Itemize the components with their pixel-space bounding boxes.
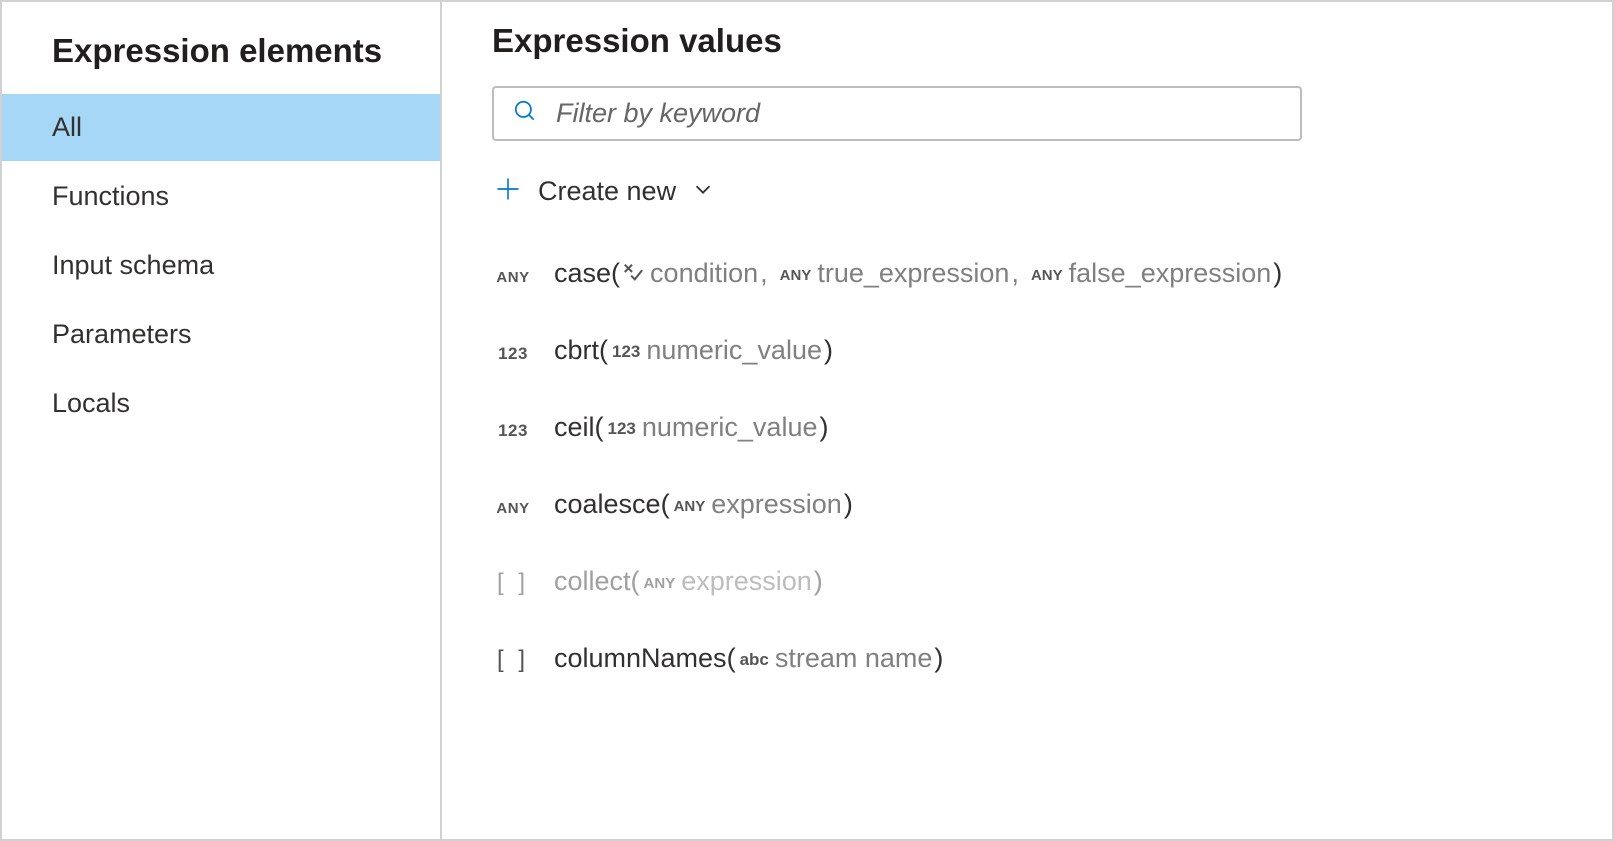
sidebar-item-parameters[interactable]: Parameters <box>2 301 440 368</box>
sidebar-item-all[interactable]: All <box>2 94 440 161</box>
param-type-badge: 123 <box>608 419 636 439</box>
return-type-badge: [ ] <box>492 569 534 597</box>
param-type-badge: abc <box>740 650 769 670</box>
param-name: true_expression <box>817 258 1009 289</box>
sidebar-item-functions[interactable]: Functions <box>2 163 440 230</box>
filter-box[interactable] <box>492 86 1302 141</box>
function-list: ANYcase(condition,ANYtrue_expression,ANY… <box>492 258 1562 674</box>
function-signature: columnNames(abcstream name) <box>554 643 943 674</box>
param-type-badge: ANY <box>1031 267 1063 284</box>
function-name: cbrt <box>554 335 599 366</box>
param-name: condition <box>650 258 758 289</box>
sidebar-item-input-schema[interactable]: Input schema <box>2 232 440 299</box>
return-type-badge: 123 <box>492 344 534 364</box>
chevron-down-icon <box>692 178 714 205</box>
function-item-coalesce[interactable]: ANYcoalesce(ANYexpression) <box>492 489 1562 520</box>
create-new-button[interactable]: Create new <box>492 161 1562 258</box>
return-type-badge: ANY <box>492 269 534 286</box>
function-name: collect <box>554 566 631 597</box>
function-item-ceil[interactable]: 123ceil(123numeric_value) <box>492 412 1562 443</box>
function-signature: cbrt(123numeric_value) <box>554 335 833 366</box>
function-signature: collect(ANYexpression) <box>554 566 823 597</box>
function-signature: ceil(123numeric_value) <box>554 412 828 443</box>
filter-input[interactable] <box>556 98 1282 129</box>
param-type-badge: ANY <box>644 575 676 592</box>
return-type-badge: 123 <box>492 421 534 441</box>
sidebar-item-locals[interactable]: Locals <box>2 370 440 437</box>
param-name: numeric_value <box>646 335 822 366</box>
param-name: numeric_value <box>642 412 818 443</box>
create-new-label: Create new <box>538 176 676 207</box>
param-type-badge: ANY <box>674 498 706 515</box>
function-name: ceil <box>554 412 595 443</box>
function-name: coalesce <box>554 489 661 520</box>
sidebar: Expression elements AllFunctionsInput sc… <box>2 2 442 839</box>
function-item-cbrt[interactable]: 123cbrt(123numeric_value) <box>492 335 1562 366</box>
return-type-badge: [ ] <box>492 646 534 674</box>
param-name: false_expression <box>1069 258 1272 289</box>
function-signature: coalesce(ANYexpression) <box>554 489 853 520</box>
function-signature: case(condition,ANYtrue_expression,ANYfal… <box>554 258 1282 289</box>
param-type-badge: 123 <box>612 342 640 362</box>
function-name: case <box>554 258 611 289</box>
function-item-columnNames[interactable]: [ ]columnNames(abcstream name) <box>492 643 1562 674</box>
function-name: columnNames <box>554 643 727 674</box>
sidebar-title: Expression elements <box>2 22 440 94</box>
param-name: expression <box>681 566 812 597</box>
main-title: Expression values <box>492 22 1562 60</box>
param-type-badge: ANY <box>780 267 812 284</box>
plus-icon <box>494 175 522 208</box>
function-item-case[interactable]: ANYcase(condition,ANYtrue_expression,ANY… <box>492 258 1562 289</box>
param-name: expression <box>711 489 842 520</box>
return-type-badge: ANY <box>492 500 534 517</box>
boolean-type-icon <box>622 261 644 289</box>
param-name: stream name <box>775 643 933 674</box>
function-item-collect[interactable]: [ ]collect(ANYexpression) <box>492 566 1562 597</box>
search-icon <box>512 98 538 129</box>
main-panel: Expression values Create new ANYcase(con… <box>442 2 1612 839</box>
